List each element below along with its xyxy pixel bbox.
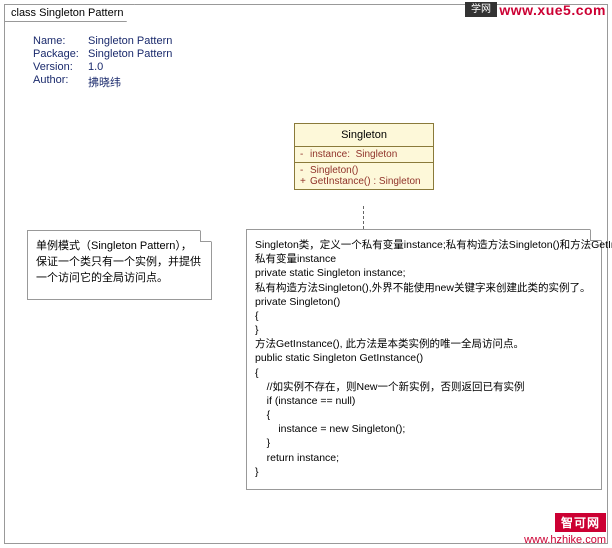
uml-class-name: Singleton [295,124,433,147]
meta-val: Singleton Pattern [88,35,172,47]
uml-note-description: 单例模式（Singleton Pattern），保证一个类只有一个实例，并提供一… [27,230,212,300]
badge-xue: 学网 [465,2,497,17]
diagram-frame: class Singleton Pattern Name:Singleton P… [4,4,608,544]
meta-val: Singleton Pattern [88,48,172,60]
uml-op-row: -Singleton() [300,165,428,176]
note-fold-icon [200,230,212,242]
uml-class-box: Singleton -instance: Singleton -Singleto… [294,123,434,190]
watermark-top: www.xue5.com [499,2,606,18]
uml-visibility: + [300,176,310,187]
note-text: 单例模式（Singleton Pattern），保证一个类只有一个实例，并提供一… [36,240,201,284]
note-code-text: Singleton类，定义一个私有变量instance;私有构造方法Single… [255,238,593,479]
meta-key: Author: [33,74,88,90]
meta-key: Name: [33,35,88,47]
meta-row: Author:拂晓纬 [33,74,172,90]
meta-block: Name:Singleton Pattern Package:Singleton… [33,35,172,91]
uml-op-sig: Singleton() [310,165,358,176]
uml-attr-row: -instance: Singleton [300,149,428,160]
uml-op-row: +GetInstance() : Singleton [300,176,428,187]
frame-title-text: class Singleton Pattern [11,7,124,19]
meta-val: 拂晓纬 [88,74,121,90]
meta-row: Package:Singleton Pattern [33,48,172,60]
meta-row: Version:1.0 [33,61,172,73]
uml-note-code: Singleton类，定义一个私有变量instance;私有构造方法Single… [246,229,602,490]
uml-attr-type: Singleton [356,149,398,160]
uml-operations: -Singleton() +GetInstance() : Singleton [295,163,433,189]
note-fold-icon [590,229,602,241]
uml-dependency-line [363,206,364,229]
uml-visibility: - [300,165,310,176]
meta-row: Name:Singleton Pattern [33,35,172,47]
watermark-bottom-link: www.hzhike.com [524,534,606,546]
watermark-bottom-label: 智可网 [555,513,606,532]
uml-op-type: Singleton [379,176,421,187]
meta-key: Version: [33,61,88,73]
uml-visibility: - [300,149,310,160]
uml-attr-sig: instance: [310,149,350,160]
meta-key: Package: [33,48,88,60]
uml-attributes: -instance: Singleton [295,147,433,163]
uml-op-sig: GetInstance() : [310,176,376,187]
frame-title: class Singleton Pattern [4,4,135,22]
meta-val: 1.0 [88,61,103,73]
